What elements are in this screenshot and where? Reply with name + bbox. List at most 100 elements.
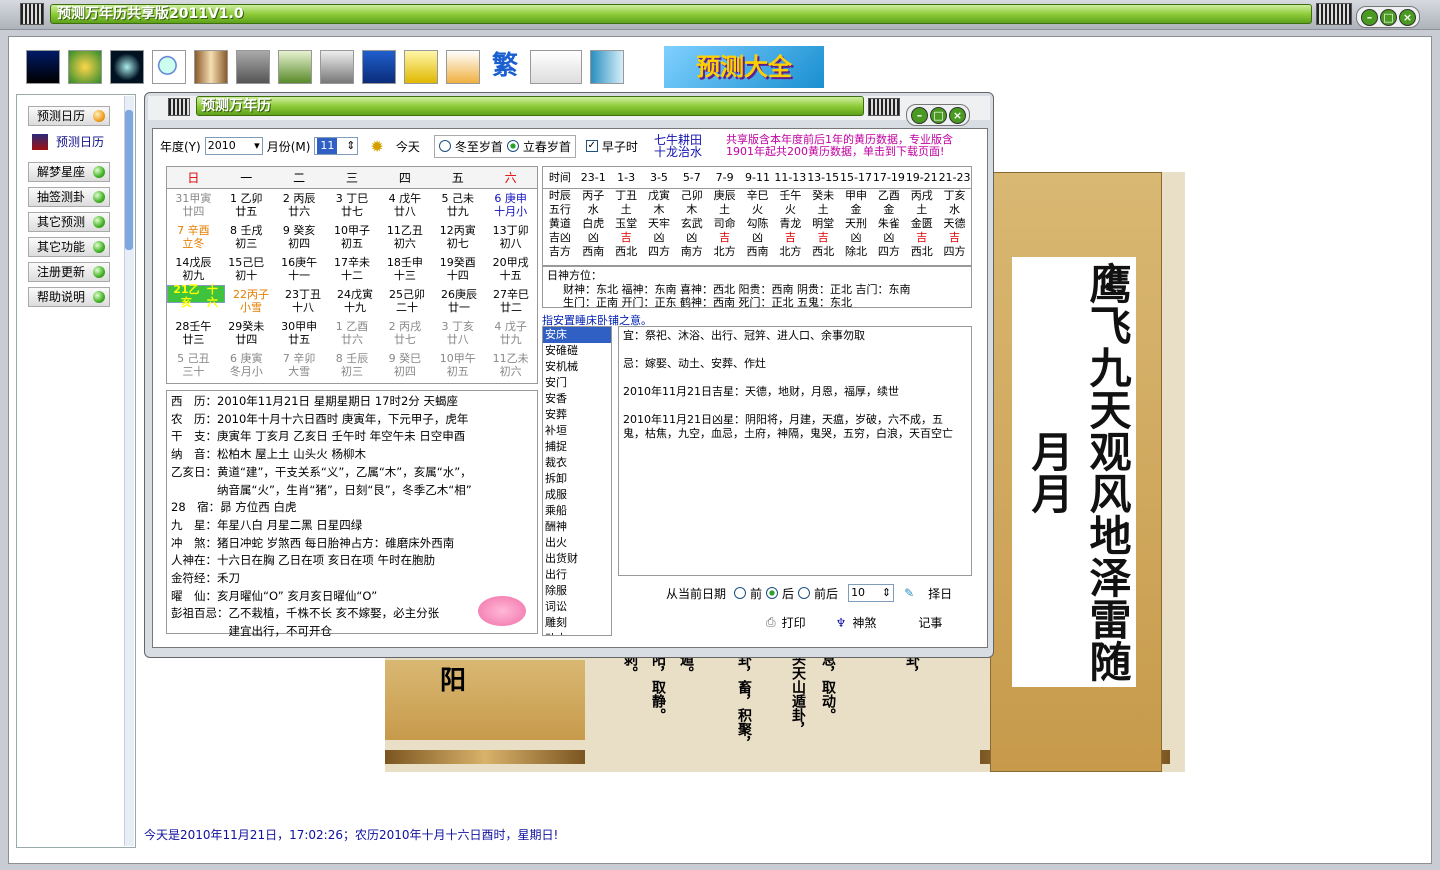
calendar-day[interactable]: 10甲子 初五 [326, 221, 379, 253]
days-stepper[interactable]: 10 ⇕ [848, 584, 895, 602]
gods-button[interactable]: 神煞 [852, 614, 876, 631]
skin-dropdown-icon[interactable] [530, 50, 582, 84]
activity-item[interactable]: 成服 [543, 487, 611, 503]
calendar-day[interactable]: 27辛巳 廿二 [485, 285, 537, 317]
activity-item[interactable]: 安门 [543, 375, 611, 391]
calendar-day[interactable]: 3 丁巳 廿七 [326, 189, 379, 221]
after-radio[interactable] [766, 587, 779, 599]
star-icon[interactable] [110, 50, 144, 84]
traditional-icon[interactable]: 繁 [488, 50, 522, 84]
sidebar-item-other-functions[interactable]: 其它功能 [28, 237, 110, 257]
calendar-day[interactable]: 13丁卯 初八 [484, 221, 537, 253]
calendar-day[interactable]: 5 己未 廿九 [431, 189, 484, 221]
calendar-day[interactable]: 16庚午 十一 [273, 253, 326, 285]
folder-icon[interactable] [404, 50, 438, 84]
calendar-day[interactable]: 11乙丑 初六 [378, 221, 431, 253]
calendar-day[interactable]: 17辛未 十二 [326, 253, 379, 285]
sidebar-item-other-forecast[interactable]: 其它预测 [28, 212, 110, 232]
activity-item[interactable]: 动土 [543, 631, 611, 635]
calendar-day[interactable]: 9 癸亥 初四 [273, 221, 326, 253]
activity-list[interactable]: 安床 安碓磑 安机械 安门 安香 安葬 补垣 捕捉 裁衣 拆卸 成服 乘船 酬神 出火 出货财 出行 除服 词讼雕… [542, 326, 612, 636]
printer-icon[interactable] [320, 50, 354, 84]
scrollbar-thumb[interactable] [125, 110, 133, 250]
calendar-day[interactable]: 8 壬戌 初三 [220, 221, 273, 253]
calendar-day[interactable]: 18壬申 十三 [378, 253, 431, 285]
banner-logo[interactable]: 预测大全 [664, 46, 824, 88]
exit-icon[interactable] [590, 50, 624, 84]
calendar-day[interactable]: 24戊寅 十九 [329, 285, 381, 317]
minimize-icon[interactable]: – [911, 106, 928, 124]
save-icon[interactable] [362, 50, 396, 84]
book-icon[interactable] [194, 50, 228, 84]
calendar-day[interactable]: 29癸未 廿四 [220, 317, 273, 349]
activity-item[interactable]: 安碓磑 [543, 343, 611, 359]
search-icon[interactable] [152, 50, 186, 84]
activity-item[interactable]: 酬神 [543, 519, 611, 535]
grip-icon[interactable] [168, 98, 190, 116]
calendar-day[interactable]: 23丁丑 十八 [277, 285, 329, 317]
calendar-day[interactable]: 15己巳 初十 [220, 253, 273, 285]
calendar-day[interactable]: 21乙亥 十六 [167, 283, 225, 309]
minimize-icon[interactable]: – [1361, 8, 1378, 26]
calendar-day[interactable]: 14戊辰 初九 [167, 253, 220, 285]
activity-item[interactable]: 拆卸 [543, 471, 611, 487]
activity-item[interactable]: 出火 [543, 535, 611, 551]
activity-item[interactable]: 安床 [543, 327, 611, 343]
grip-icon[interactable] [1316, 3, 1352, 25]
calendar-day[interactable]: 22丙子 小雪 [225, 285, 277, 317]
calendar-day[interactable]: 5 己丑 三十 [167, 349, 220, 381]
calendar-day[interactable]: 26庚辰 廿一 [433, 285, 485, 317]
close-icon[interactable]: × [949, 106, 966, 124]
calendar-day[interactable]: 2 丙辰 廿六 [273, 189, 326, 221]
calendar-day[interactable]: 28壬午 廿三 [167, 317, 220, 349]
before-radio[interactable] [734, 587, 747, 599]
calendar-day[interactable]: 12丙寅 初七 [431, 221, 484, 253]
activity-item[interactable]: 除服 [543, 583, 611, 599]
calendar-day[interactable]: 31甲寅 廿四 [167, 189, 220, 221]
calendar-icon[interactable] [26, 50, 60, 84]
calendar-day[interactable]: 4 戊子 廿九 [484, 317, 537, 349]
sidebar-item-lottery[interactable]: 抽签测卦 [28, 187, 110, 207]
activity-item[interactable]: 裁衣 [543, 455, 611, 471]
calendar-day[interactable]: 19癸酉 十四 [431, 253, 484, 285]
calendar-day[interactable]: 1 乙酉 廿六 [326, 317, 379, 349]
calendar-day[interactable]: 6 庚申 十月小 [484, 189, 537, 221]
calendar-day[interactable]: 7 辛卯 大雪 [273, 349, 326, 381]
activity-item[interactable]: 乘船 [543, 503, 611, 519]
close-icon[interactable]: × [1399, 8, 1416, 26]
calendar-day[interactable]: 7 辛酉 立冬 [167, 221, 220, 253]
sun-icon[interactable]: ✹ [370, 137, 383, 156]
dream-icon[interactable] [68, 50, 102, 84]
winter-radio[interactable] [438, 140, 451, 152]
calendar-day[interactable]: 2 丙戌 廿七 [378, 317, 431, 349]
activity-item[interactable]: 捕捉 [543, 439, 611, 455]
activity-item[interactable]: 出行 [543, 567, 611, 583]
sidebar-item-help[interactable]: 帮助说明 [28, 287, 110, 307]
activity-item[interactable]: 词讼 [543, 599, 611, 615]
calendar-day[interactable]: 30甲申 廿五 [273, 317, 326, 349]
today-button[interactable]: 今天 [396, 138, 420, 155]
register-icon[interactable] [278, 50, 312, 84]
calendar-day[interactable]: 8 壬辰 初三 [326, 349, 379, 381]
calendar-day[interactable]: 1 乙卯 廿五 [220, 189, 273, 221]
key-icon[interactable] [446, 50, 480, 84]
sidebar-item-register[interactable]: 注册更新 [28, 262, 110, 282]
sidebar-item-current[interactable]: 预测日历 [28, 132, 114, 152]
note-button[interactable]: 记事 [918, 614, 942, 631]
sidebar-item-forecast-calendar[interactable]: 预测日历 [28, 106, 110, 126]
calendar-day[interactable]: 4 戊午 廿八 [378, 189, 431, 221]
month-stepper[interactable]: 11 ⇕ [314, 137, 359, 155]
maximize-icon[interactable]: □ [930, 106, 947, 124]
calendar-day[interactable]: 9 癸巳 初四 [378, 349, 431, 381]
activity-item[interactable]: 安机械 [543, 359, 611, 375]
calendar-day[interactable]: 10甲午 初五 [431, 349, 484, 381]
calendar-day[interactable]: 11乙未 初六 [484, 349, 537, 381]
calendar-day[interactable]: 20甲戌 十五 [484, 253, 537, 285]
early-checkbox[interactable]: ✓ [585, 140, 598, 152]
activity-item[interactable]: 补垣 [543, 423, 611, 439]
download-notice[interactable]: 共享版含本年度前后1年的黄历数据，专业版含1901年起共200黄历数据，单击到下… [726, 134, 976, 158]
grip-icon[interactable] [868, 98, 900, 116]
calendar-day[interactable]: 25己卯 二十 [381, 285, 433, 317]
both-radio[interactable] [798, 587, 811, 599]
tools-icon[interactable] [236, 50, 270, 84]
